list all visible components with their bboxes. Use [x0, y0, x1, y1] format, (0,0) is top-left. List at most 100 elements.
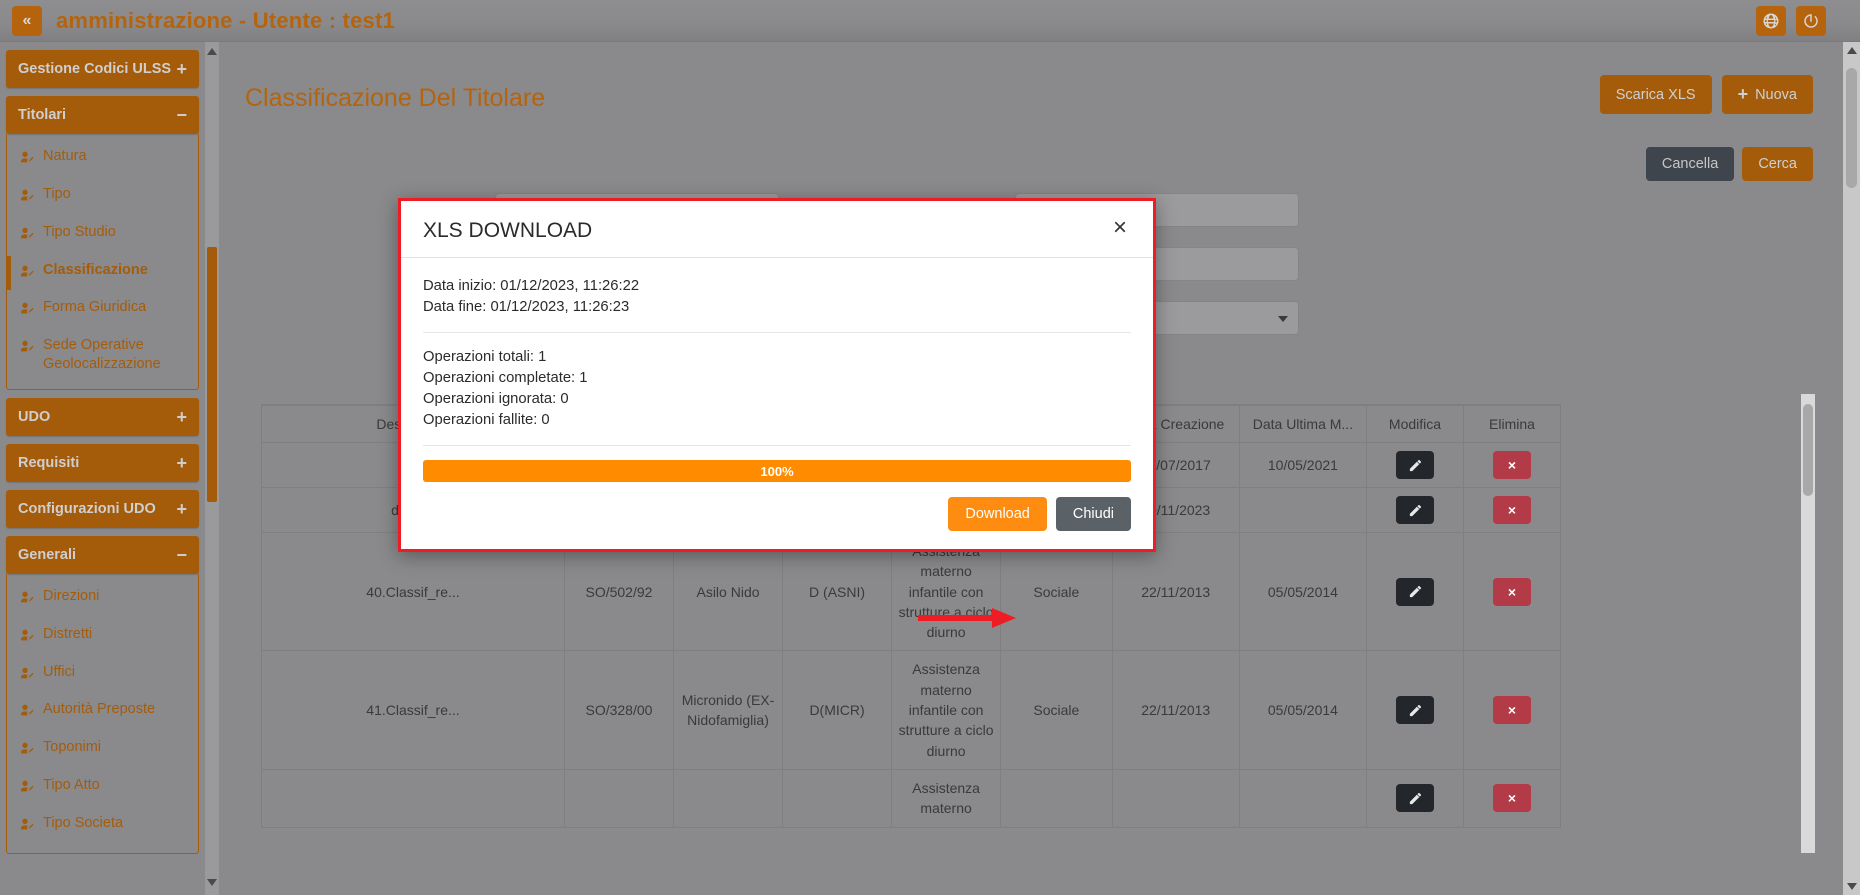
sidebar-group-body-5: Direzioni Distretti UfficiAutorità Prepost… [6, 574, 199, 854]
sidebar-group-requisiti: Requisiti+ [6, 444, 199, 482]
sidebar-item-label: Sede Operative Geolocalizzazione [43, 336, 188, 374]
sidebar-item-tipo-atto[interactable]: Tipo Atto [7, 769, 198, 807]
table-cell-modifica [1367, 443, 1464, 488]
sidebar-group-gestione-codici-ulss: Gestione Codici ULSS + [6, 50, 199, 88]
sidebar-item-distretti[interactable]: Distretti [7, 618, 198, 656]
close-icon: × [1508, 503, 1516, 517]
sidebar-group-header-0[interactable]: Gestione Codici ULSS + [6, 50, 199, 88]
table-cell: 41.Classif_re... [262, 651, 565, 769]
sidebar-item-forma-giuridica[interactable]: Forma Giuridica [7, 291, 198, 329]
sidebar-item-label: Tipo Societa [43, 814, 123, 833]
sidebar-item-label: Distretti [43, 625, 92, 644]
table-row: Assistenza materno× [262, 769, 1561, 827]
table-cell [673, 769, 782, 827]
close-icon: × [1508, 585, 1516, 599]
sidebar-scrollbar[interactable] [205, 42, 219, 895]
sidebar-collapse-button[interactable]: « [12, 6, 42, 36]
user-edit-icon [19, 625, 35, 649]
edit-row-button[interactable] [1396, 451, 1434, 479]
language-button[interactable] [1756, 6, 1786, 36]
delete-row-button[interactable]: × [1493, 784, 1531, 812]
table-cell: Assistenza materno infantile con struttu… [892, 651, 1001, 769]
page-scrollbar[interactable] [1843, 42, 1860, 895]
table-cell [564, 769, 673, 827]
download-button[interactable]: Download [948, 497, 1047, 531]
divider-1 [423, 332, 1131, 333]
sidebar-group-header-4[interactable]: Configurazioni UDO+ [6, 490, 199, 528]
sidebar-item-tipo-studio[interactable]: Tipo Studio [7, 216, 198, 254]
table-cell: D(MICR) [783, 651, 892, 769]
sidebar-group-header-2[interactable]: UDO+ [6, 398, 199, 436]
sidebar-item-uffici[interactable]: Uffici [7, 656, 198, 694]
user-edit-icon [19, 336, 35, 360]
user-edit-icon [19, 223, 35, 247]
table-scrollbar[interactable] [1801, 394, 1815, 853]
edit-row-button[interactable] [1396, 696, 1434, 724]
logout-button[interactable] [1796, 6, 1826, 36]
stat-completed: Operazioni completate: 1 [423, 368, 1131, 389]
table-cell: 10/05/2021 [1239, 443, 1366, 488]
sidebar-group-label: Configurazioni UDO [18, 501, 156, 517]
sidebar-group-label: Titolari [18, 107, 66, 123]
sidebar-group-label: UDO [18, 409, 50, 425]
table-row: 41.Classif_re...SO/328/00Micronido (EX-N… [262, 651, 1561, 769]
clear-button[interactable]: Cancella [1646, 147, 1734, 181]
delete-row-button[interactable]: × [1493, 451, 1531, 479]
user-edit-icon [19, 663, 35, 687]
page-scroll-thumb[interactable] [1846, 68, 1857, 188]
table-cell: 22/11/2013 [1112, 651, 1239, 769]
modal-header: XLS DOWNLOAD × [401, 201, 1153, 258]
sidebar-group-header-3[interactable]: Requisiti+ [6, 444, 199, 482]
close-icon: × [1508, 703, 1516, 717]
sidebar-group-titolari: Titolari− Natura TipoTipo StudioClassifica… [6, 96, 199, 390]
sidebar-item-toponimi[interactable]: Toponimi [7, 731, 198, 769]
sidebar-scroll-thumb[interactable] [207, 247, 217, 502]
download-xls-button[interactable]: Scarica XLS [1600, 75, 1712, 114]
sidebar-item-direzioni[interactable]: Direzioni [7, 580, 198, 618]
close-icon: × [1508, 791, 1516, 805]
sidebar-group-header-1[interactable]: Titolari− [6, 96, 199, 134]
delete-row-button[interactable]: × [1493, 696, 1531, 724]
sidebar-scroll-up-icon[interactable] [207, 48, 217, 58]
page-title: amministrazione - Utente : test1 [56, 8, 395, 34]
modal-close-icon[interactable]: × [1109, 219, 1131, 237]
start-date-line: Data inizio: 01/12/2023, 11:26:22 [423, 276, 1131, 297]
delete-row-button[interactable]: × [1493, 578, 1531, 606]
plus-icon: + [1738, 84, 1749, 105]
table-cell [1239, 769, 1366, 827]
toggle-icon: + [176, 64, 187, 74]
new-item-button[interactable]: + Nuova [1722, 75, 1813, 114]
sidebar-item-tipo[interactable]: Tipo [7, 178, 198, 216]
top-header: « amministrazione - Utente : test1 [0, 0, 1860, 42]
edit-row-button[interactable] [1396, 578, 1434, 606]
sidebar-item-tipo-societa[interactable]: Tipo Societa [7, 807, 198, 845]
sidebar-group-header-5[interactable]: Generali− [6, 536, 199, 574]
chiudi-button[interactable]: Chiudi [1056, 497, 1131, 531]
delete-row-button[interactable]: × [1493, 496, 1531, 524]
sidebar-item-label: Natura [43, 147, 87, 166]
table-cell: Sociale [1001, 651, 1112, 769]
page-scroll-down-icon[interactable] [1847, 883, 1857, 890]
sidebar-group-label: Gestione Codici ULSS [18, 61, 171, 77]
search-button[interactable]: Cerca [1742, 147, 1813, 181]
toggle-icon: + [176, 458, 187, 468]
new-item-label: Nuova [1755, 87, 1797, 103]
user-edit-icon [19, 185, 35, 209]
sidebar-item-classificazione[interactable]: Classificazione [7, 254, 198, 292]
edit-row-button[interactable] [1396, 784, 1434, 812]
stat-ignored: Operazioni ignorata: 0 [423, 389, 1131, 410]
content-header-actions: Scarica XLS + Nuova [1600, 75, 1813, 114]
user-edit-icon [19, 700, 35, 724]
sidebar-item-natura[interactable]: Natura [7, 140, 198, 178]
page-scroll-up-icon[interactable] [1847, 47, 1857, 54]
sidebar-item-sede-operative-geolocalizzazione[interactable]: Sede Operative Geolocalizzazione [7, 329, 198, 381]
table-scroll-thumb[interactable] [1803, 404, 1813, 496]
sidebar-item-autorit-preposte[interactable]: Autorità Preposte [7, 693, 198, 731]
user-edit-icon [19, 261, 35, 285]
table-cell-elimina: × [1463, 488, 1560, 533]
sidebar-scroll-down-icon[interactable] [207, 879, 217, 889]
app-root: « amministrazione - Utente : test1 Gesti… [0, 0, 1860, 895]
edit-row-button[interactable] [1396, 496, 1434, 524]
modal-body: Data inizio: 01/12/2023, 11:26:22 Data f… [401, 258, 1153, 483]
table-cell: Micronido (EX-Nidofamiglia) [673, 651, 782, 769]
